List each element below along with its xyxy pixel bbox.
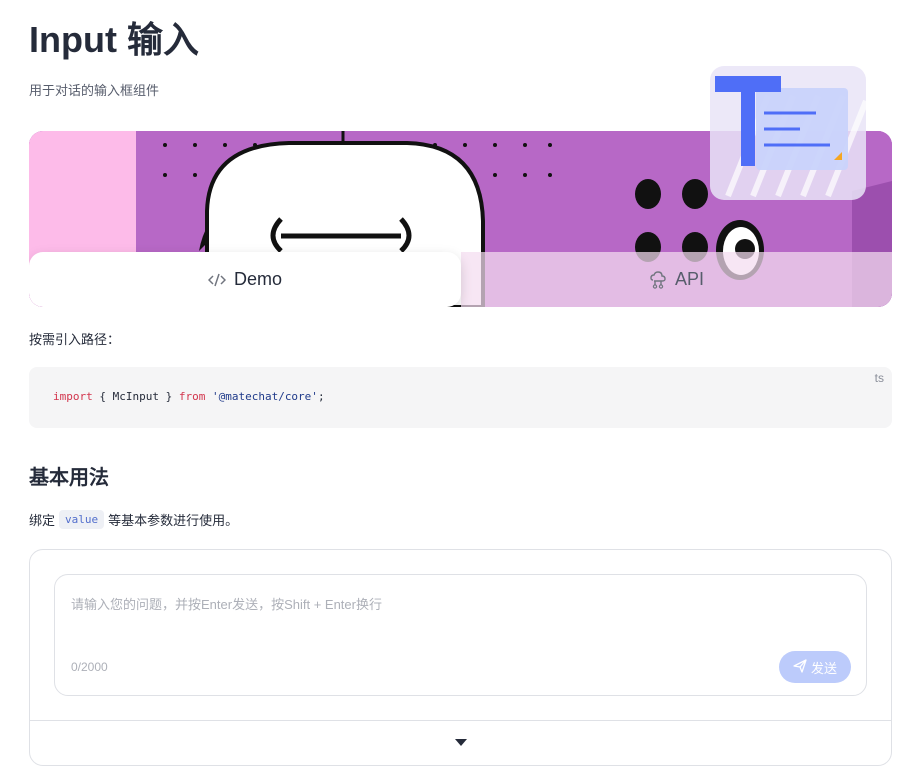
send-icon: [793, 658, 807, 676]
tab-demo[interactable]: Demo: [29, 252, 461, 307]
demo-preview-box: 请输入您的问题，并按Enter发送，按Shift + Enter换行 0/200…: [29, 549, 892, 766]
code-import-source: '@matechat/core': [205, 390, 318, 403]
import-code-line: import { McInput } from '@matechat/core'…: [53, 390, 325, 403]
caret-down-icon: [454, 734, 468, 752]
basic-usage-heading: 基本用法: [29, 467, 109, 489]
tab-demo-label: Demo: [233, 269, 282, 289]
code-semicolon: ;: [317, 390, 325, 403]
char-counter: 0/2000: [71, 660, 108, 674]
tab-api-label: API: [674, 269, 704, 289]
import-code-block: ts import { McInput } from '@matechat/co…: [29, 367, 892, 428]
code-lang-label: ts: [874, 371, 884, 385]
doc-tabs: Demo API: [29, 252, 892, 307]
chat-input-card[interactable]: 请输入您的问题，并按Enter发送，按Shift + Enter换行 0/200…: [54, 574, 867, 696]
page-title: Input 输入: [29, 19, 199, 60]
expand-code-toggle[interactable]: [450, 735, 472, 751]
page-subtitle: 用于对话的输入框组件: [29, 83, 160, 98]
send-button-label: 发送: [810, 660, 837, 676]
api-icon: [649, 270, 667, 289]
code-keyword-import: import: [53, 390, 93, 403]
send-button[interactable]: 发送: [779, 651, 851, 683]
desc-text-before: 绑定: [29, 513, 56, 528]
code-keyword-from: from: [178, 390, 206, 403]
import-intro: 按需引入路径：: [29, 332, 121, 347]
demo-divider: [30, 720, 891, 721]
desc-text-after: 等基本参数进行使用。: [108, 513, 239, 528]
inline-code-value: value: [59, 510, 105, 529]
code-import-names: { McInput }: [92, 390, 179, 403]
tab-api[interactable]: API: [461, 252, 892, 307]
code-icon: [207, 273, 226, 287]
basic-usage-desc: 绑定 value 等基本参数进行使用。: [29, 510, 238, 529]
chat-input-placeholder[interactable]: 请输入您的问题，并按Enter发送，按Shift + Enter换行: [71, 594, 382, 613]
input-component-badge-icon: [708, 56, 869, 200]
